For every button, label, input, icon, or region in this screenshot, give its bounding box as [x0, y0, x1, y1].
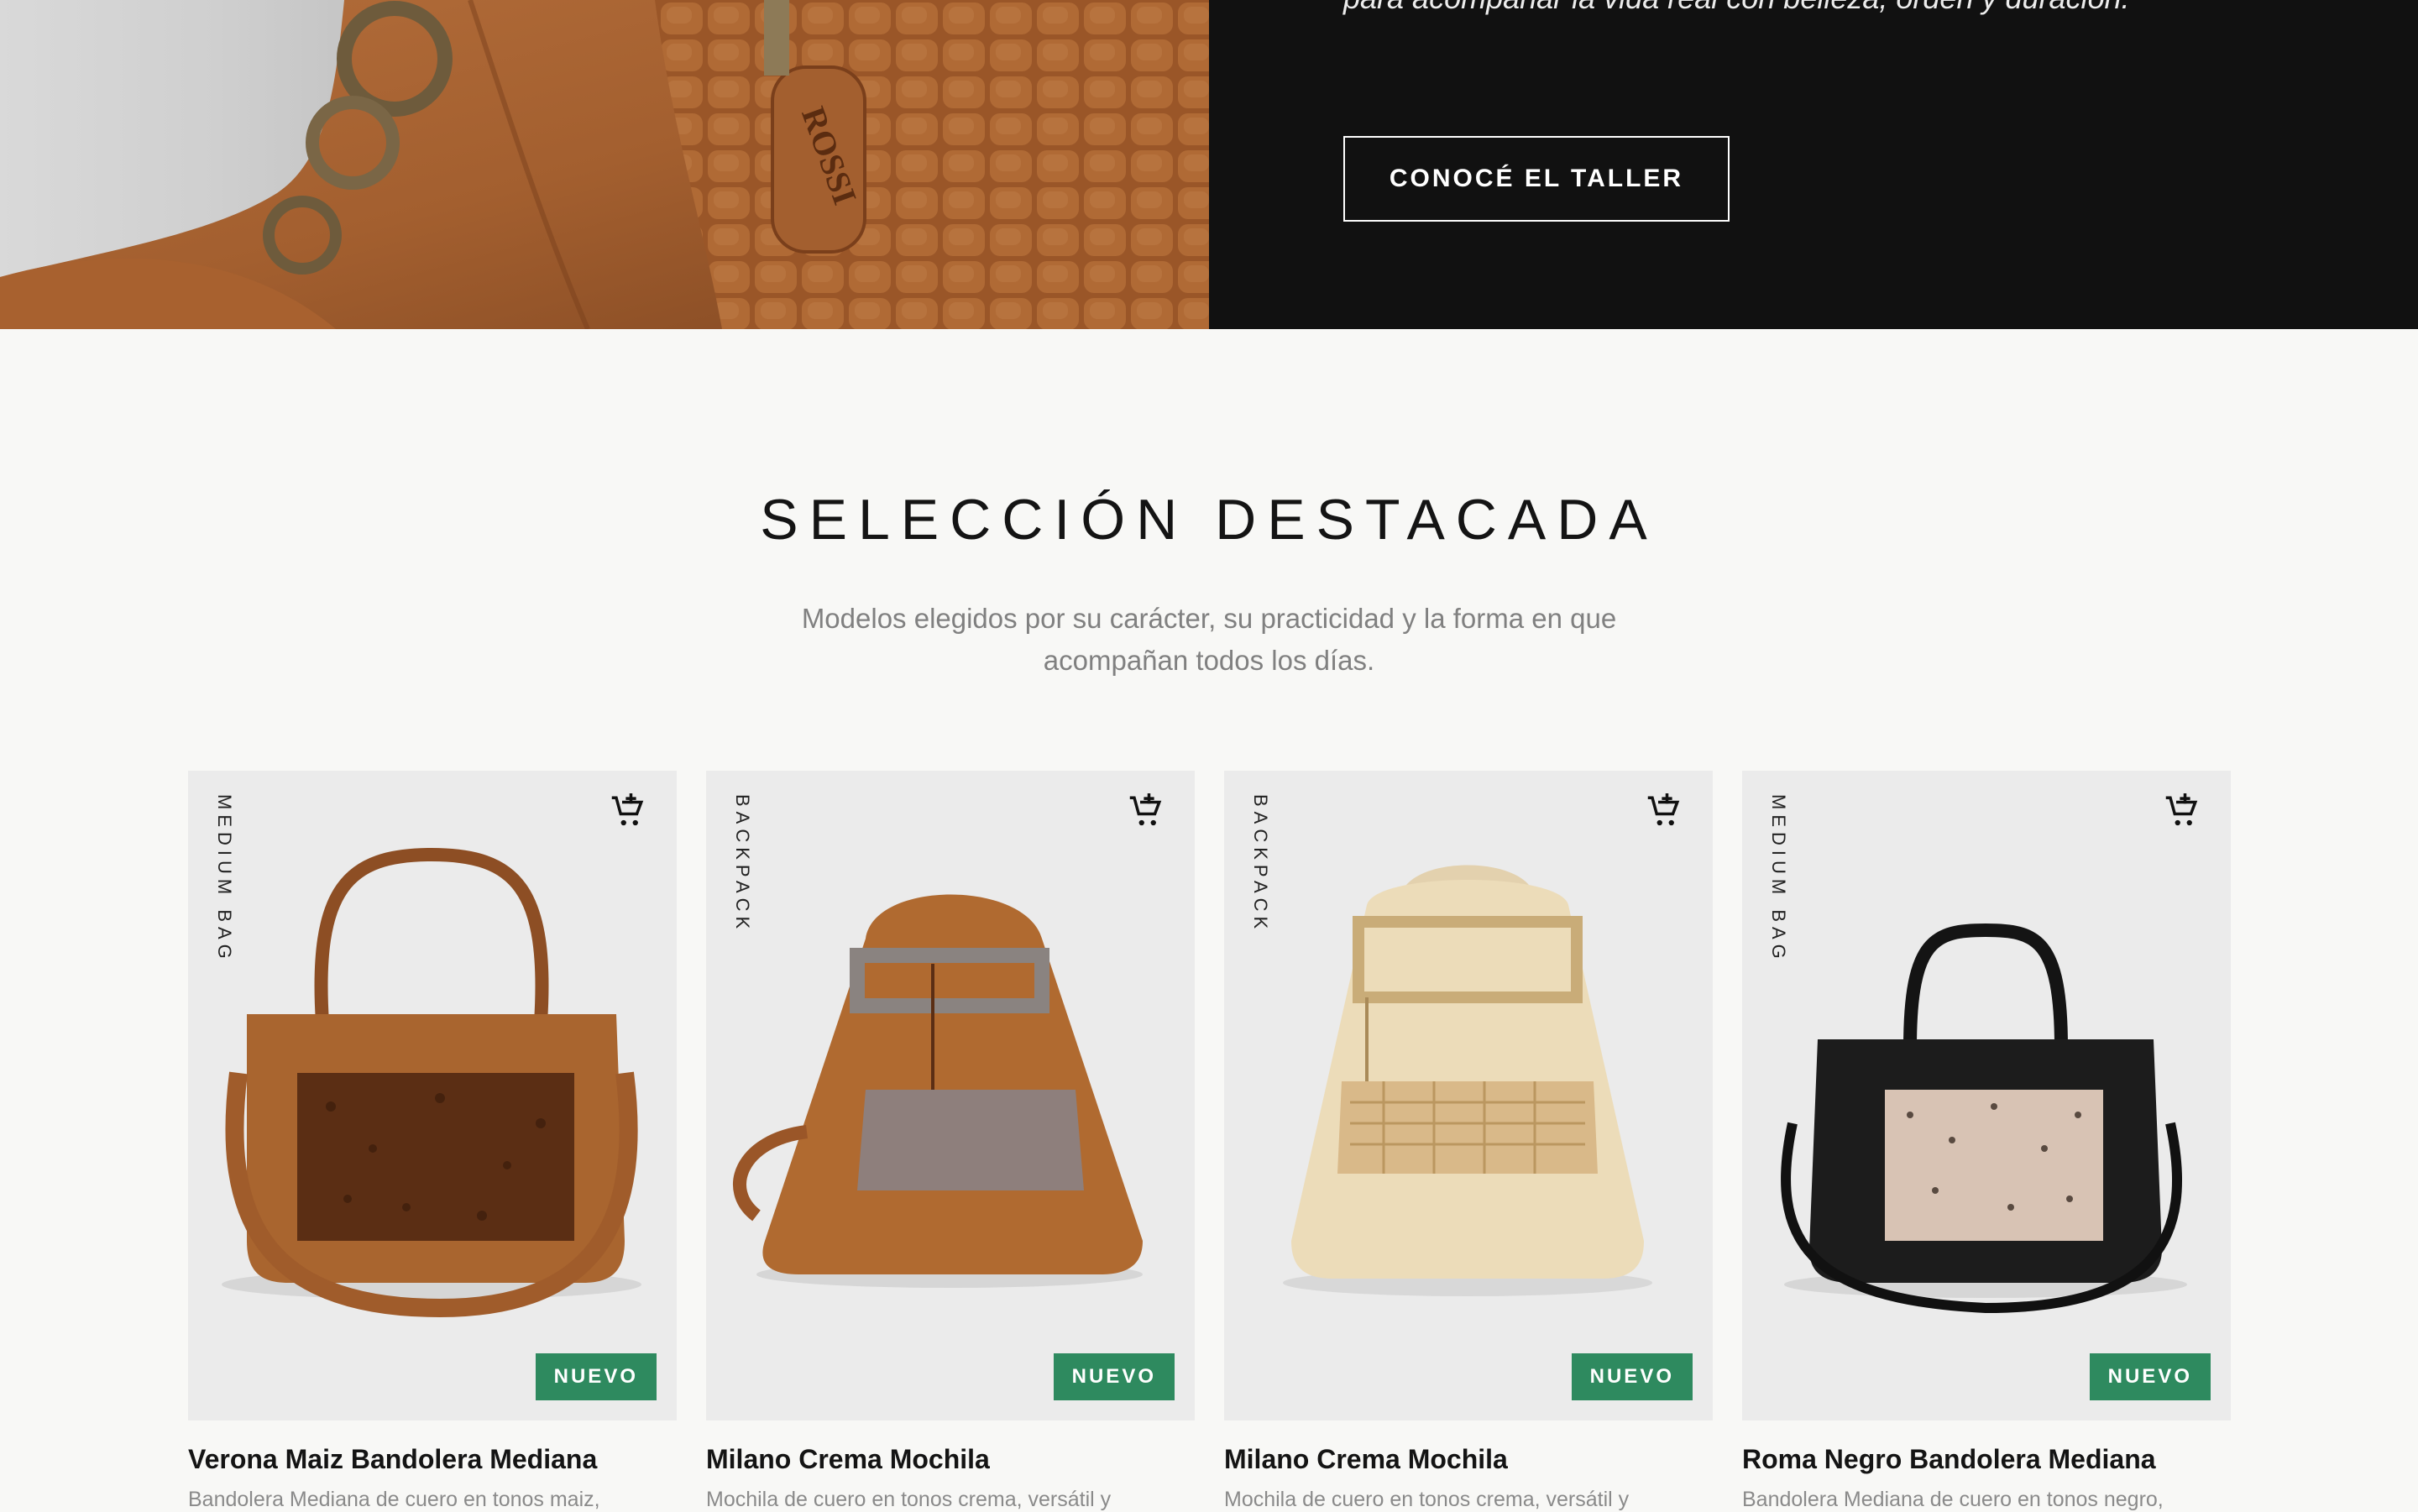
product-title[interactable]: Roma Negro Bandolera Mediana	[1742, 1444, 2231, 1475]
product-title[interactable]: Milano Crema Mochila	[1224, 1444, 1713, 1475]
product-category: MEDIUM BAG	[1768, 794, 1789, 964]
product-title[interactable]: Verona Maiz Bandolera Mediana	[188, 1444, 677, 1475]
add-to-cart-icon[interactable]	[1126, 791, 1166, 831]
product-description: Bandolera Mediana de cuero en tonos maiz…	[188, 1488, 600, 1511]
product-description: Bandolera Mediana de cuero en tonos negr…	[1742, 1488, 2164, 1511]
new-badge: NUEVO	[1571, 1353, 1693, 1400]
new-badge: NUEVO	[2089, 1353, 2211, 1400]
product-image[interactable]: MEDIUM BAG NUEVO	[188, 771, 677, 1420]
product-description: Mochila de cuero en tonos crema, versáti…	[706, 1488, 1112, 1511]
new-badge: NUEVO	[1053, 1353, 1175, 1400]
product-image[interactable]: BACKPACK NUEVO	[1224, 771, 1713, 1420]
add-to-cart-icon[interactable]	[2162, 791, 2202, 831]
brown-handbag-image	[222, 847, 641, 1318]
workshop-quote-panel: para acompañar la vida real con belleza,…	[1209, 0, 2418, 329]
workshop-banner: ROSSI para acompañar la vida real con be…	[0, 0, 2418, 329]
visit-workshop-button[interactable]: CONOCÉ EL TALLER	[1343, 136, 1730, 222]
leather-bag-closeup-image: ROSSI	[0, 0, 1209, 329]
workshop-quote: para acompañar la vida real con belleza,…	[1343, 0, 2183, 20]
cream-backpack-image	[1283, 865, 1652, 1296]
product-image[interactable]: MEDIUM BAG NUEVO	[1742, 771, 2231, 1420]
product-category: BACKPACK	[1250, 794, 1271, 934]
add-to-cart-icon[interactable]	[608, 791, 648, 831]
product-card[interactable]: MEDIUM BAG NUEVO Roma Negro Bandolera Me…	[1742, 771, 2231, 1511]
product-image[interactable]: BACKPACK NUEVO	[706, 771, 1195, 1420]
product-card[interactable]: MEDIUM BAG NUEVO Verona Maiz Bandolera M…	[188, 771, 677, 1511]
product-category: MEDIUM BAG	[214, 794, 235, 964]
product-grid: MEDIUM BAG NUEVO Verona Maiz Bandolera M…	[188, 771, 2231, 1511]
section-subtitle: Modelos elegidos por su carácter, su pra…	[801, 603, 1617, 676]
black-handbag-image	[1781, 923, 2187, 1314]
product-card[interactable]: BACKPACK NUEVO Milano Crema Mochila Moch…	[1224, 771, 1713, 1511]
product-category: BACKPACK	[732, 794, 753, 934]
brown-backpack-image	[733, 894, 1143, 1288]
product-description: Mochila de cuero en tonos crema, versáti…	[1224, 1488, 1630, 1511]
new-badge: NUEVO	[535, 1353, 657, 1400]
product-card[interactable]: BACKPACK NUEVO Milano Crema Mochila Moch…	[706, 771, 1195, 1511]
add-to-cart-icon[interactable]	[1644, 791, 1684, 831]
product-title[interactable]: Milano Crema Mochila	[706, 1444, 1195, 1475]
section-title: SELECCIÓN DESTACADA	[760, 488, 1658, 552]
